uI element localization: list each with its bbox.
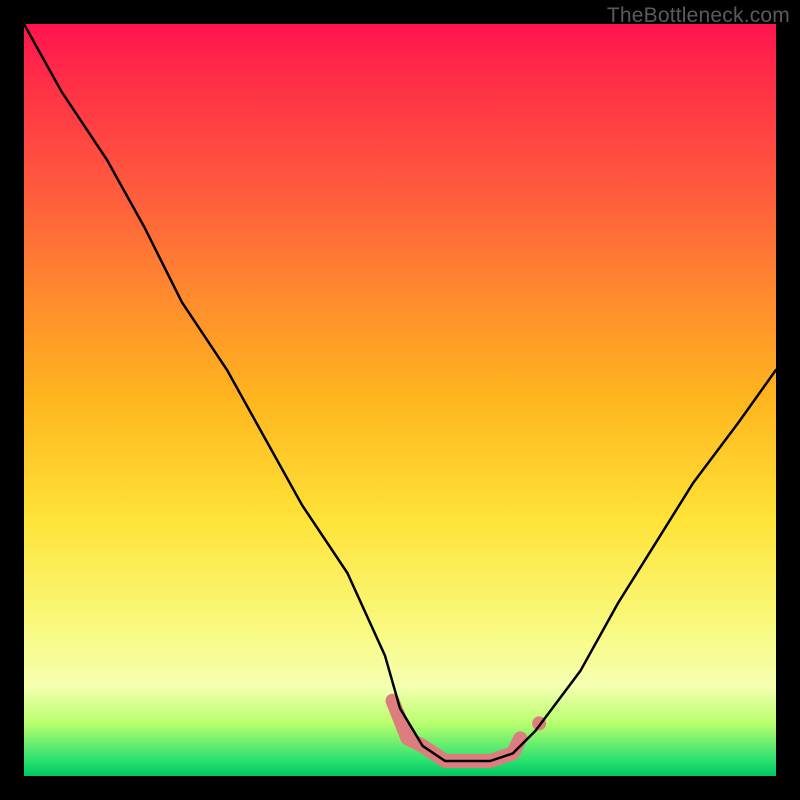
frame: TheBottleneck.com — [0, 0, 800, 800]
plot-area — [24, 24, 776, 776]
watermark-label: TheBottleneck.com — [607, 4, 790, 28]
